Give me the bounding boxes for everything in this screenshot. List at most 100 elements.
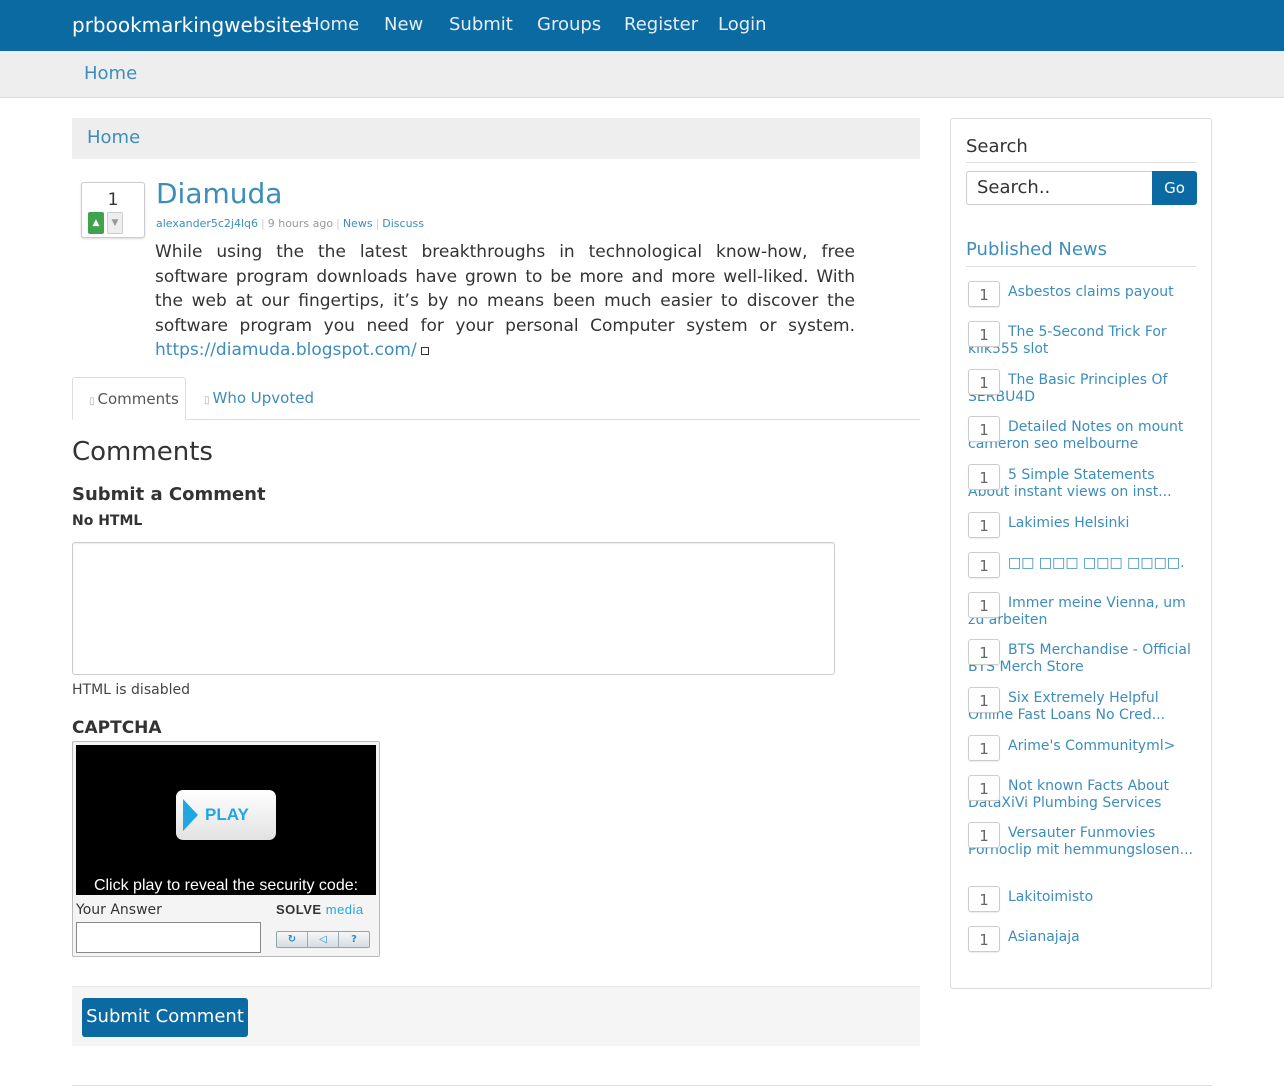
tab-who-upvoted-label: Who Upvoted — [212, 389, 314, 407]
news-link[interactable]: Lakitoimisto — [968, 886, 1200, 906]
news-vote-count: 1 — [968, 687, 1000, 713]
news-link[interactable]: Asianajaja — [968, 926, 1200, 946]
search-input[interactable]: Search.. — [966, 171, 1153, 205]
submit-comment-heading: Submit a Comment — [72, 484, 266, 505]
sidebar: Search Search.. Go Published News 1 Asbe… — [950, 118, 1212, 989]
published-news-heading[interactable]: Published News — [966, 239, 1107, 260]
breadcrumb-home-link[interactable]: Home — [84, 63, 137, 84]
news-link[interactable]: Detailed Notes on mount cameron seo melb… — [968, 416, 1200, 452]
nav-submit[interactable]: Submit — [449, 14, 513, 35]
news-link[interactable]: The Basic Principles Of SERBU4D — [968, 369, 1200, 405]
search-heading: Search — [966, 136, 1028, 157]
nav-groups[interactable]: Groups — [537, 14, 601, 35]
list-item: 1 Versauter Funmovies Pornoclip mit hemm… — [968, 822, 1200, 858]
tab-who-upvoted[interactable]: ▯ Who Upvoted — [204, 389, 314, 407]
solve-media-logo: SOLVE media — [276, 902, 364, 917]
mute-icon[interactable]: ◁ — [308, 932, 339, 947]
post-author-link[interactable]: alexander5c2j4lq6 — [156, 217, 258, 230]
news-link[interactable]: Versauter Funmovies Pornoclip mit hemmun… — [968, 822, 1200, 858]
nav-home[interactable]: Home — [306, 14, 359, 35]
no-html-label: No HTML — [72, 513, 143, 529]
comment-textarea[interactable] — [72, 542, 835, 675]
post-body-text: While using the the latest breakthroughs… — [155, 242, 855, 336]
captcha-title: CAPTCHA — [72, 718, 162, 738]
captcha-play-label: PLAY — [205, 805, 249, 824]
tab-comments[interactable]: ▯ Comments — [72, 377, 186, 420]
news-vote-count: 1 — [968, 369, 1000, 395]
news-link[interactable]: 5 Simple Statements About instant views … — [968, 464, 1200, 500]
breadcrumb-band: Home — [0, 51, 1284, 98]
list-item: 1 Detailed Notes on mount cameron seo me… — [968, 416, 1200, 452]
tab-comments-label: Comments — [97, 390, 179, 408]
news-link[interactable]: The 5-Second Trick For klik555 slot — [968, 321, 1200, 357]
nav-login[interactable]: Login — [718, 14, 767, 35]
news-vote-count: 1 — [968, 775, 1000, 801]
search-go-button[interactable]: Go — [1152, 171, 1197, 205]
news-vote-count: 1 — [968, 592, 1000, 618]
submit-comment-button[interactable]: Submit Comment — [82, 998, 248, 1037]
brand-link[interactable]: prbookmarkingwebsites — [72, 13, 312, 37]
list-item: 1 Lakitoimisto — [968, 886, 1200, 912]
news-link[interactable]: Lakimies Helsinki — [968, 512, 1200, 532]
news-vote-count: 1 — [968, 552, 1000, 578]
news-vote-count: 1 — [968, 464, 1000, 490]
news-link[interactable]: BTS Merchandise - Official BTS Merch Sto… — [968, 639, 1200, 675]
captcha-play-button[interactable]: PLAY — [176, 790, 276, 840]
post-discuss-link[interactable]: Discuss — [382, 217, 424, 230]
post-external-link[interactable]: https://diamuda.blogspot.com/ — [155, 340, 417, 360]
post-meta: alexander5c2j4lq6 | 9 hours ago | News | Discu… — [156, 217, 425, 230]
list-item: 1 □□ □□□ □□□ □□□□. — [968, 552, 1200, 578]
news-vote-count: 1 — [968, 735, 1000, 761]
list-item: 1 Lakimies Helsinki — [968, 512, 1200, 538]
news-vote-count: 1 — [968, 512, 1000, 538]
comment-icon: ▯ — [89, 396, 95, 407]
tabs-divider — [72, 419, 920, 420]
news-link[interactable]: Arime's Communityml> — [968, 735, 1200, 755]
list-item: 1 Six Extremely Helpful Online Fast Loan… — [968, 687, 1200, 723]
post-category-link[interactable]: News — [343, 217, 373, 230]
news-vote-count: 1 — [968, 639, 1000, 665]
news-vote-count: 1 — [968, 886, 1000, 912]
news-link[interactable]: Asbestos claims payout — [968, 281, 1200, 301]
list-item: 1 Asianajaja — [968, 926, 1200, 952]
captcha-instructions: Click play to reveal the security code: — [93, 877, 359, 894]
vote-count: 1 — [107, 190, 119, 210]
thumbs-down-icon[interactable]: ▼ — [107, 212, 123, 234]
search-divider — [966, 162, 1196, 163]
news-vote-count: 1 — [968, 321, 1000, 347]
news-vote-count: 1 — [968, 822, 1000, 848]
post-body: While using the the latest breakthroughs… — [155, 240, 855, 363]
news-link[interactable]: □□ □□□ □□□ □□□□. — [968, 552, 1200, 572]
list-item: 1 Asbestos claims payout — [968, 281, 1200, 307]
top-navbar: prbookmarkingwebsites Home New Submit Gr… — [0, 0, 1284, 51]
html-disabled-note: HTML is disabled — [72, 682, 190, 698]
submit-area: Submit Comment — [72, 986, 920, 1046]
news-vote-count: 1 — [968, 416, 1000, 442]
captcha-widget: PLAY Click play to reveal the security c… — [72, 741, 380, 957]
captcha-controls: ↻ ◁ ? — [276, 931, 370, 948]
list-item: 1 The Basic Principles Of SERBU4D — [968, 369, 1200, 405]
news-link[interactable]: Immer meine Vienna, um zu arbeiten — [968, 592, 1200, 628]
help-icon[interactable]: ? — [339, 932, 369, 947]
thumbs-up-icon[interactable]: ▲ — [88, 212, 104, 234]
breadcrumb: Home — [72, 118, 920, 159]
list-item: 1 The 5-Second Trick For klik555 slot — [968, 321, 1200, 357]
list-item: 1 5 Simple Statements About instant view… — [968, 464, 1200, 500]
list-item: 1 Immer meine Vienna, um zu arbeiten — [968, 592, 1200, 628]
refresh-icon[interactable]: ↻ — [277, 932, 308, 947]
nav-register[interactable]: Register — [624, 14, 698, 35]
your-answer-label: Your Answer — [76, 902, 162, 918]
external-link-icon — [420, 347, 429, 355]
nav-new[interactable]: New — [384, 14, 423, 35]
thumbs-up-tab-icon: ▯ — [204, 395, 210, 406]
news-link[interactable]: Not known Facts About DataXiVi Plumbing … — [968, 775, 1200, 811]
post-time: 9 hours ago — [267, 217, 334, 230]
post-title[interactable]: Diamuda — [156, 177, 282, 210]
published-divider — [966, 266, 1196, 267]
list-item: 1 Arime's Communityml> — [968, 735, 1200, 761]
play-icon — [183, 799, 198, 831]
news-link[interactable]: Six Extremely Helpful Online Fast Loans … — [968, 687, 1200, 723]
vote-box: 1 ▲ ▼ — [81, 182, 145, 238]
captcha-answer-input[interactable] — [76, 922, 261, 953]
breadcrumb-inner-home-link[interactable]: Home — [87, 127, 140, 148]
